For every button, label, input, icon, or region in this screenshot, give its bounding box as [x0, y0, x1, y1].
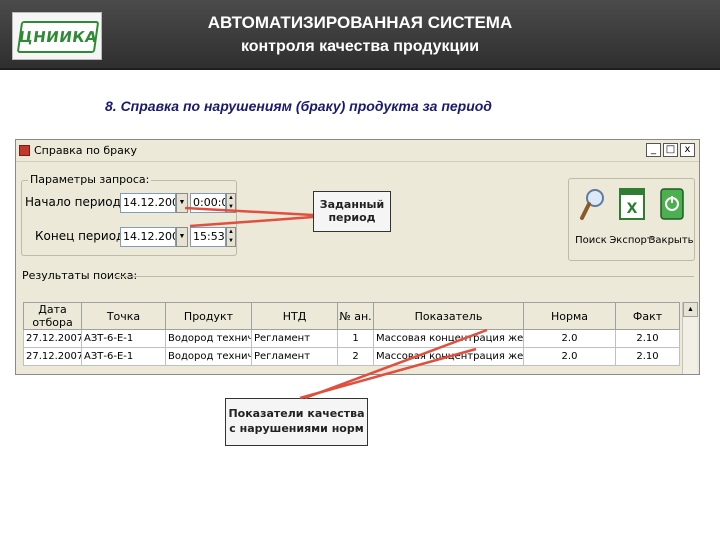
start-time-spinner[interactable]: ▲ ▼: [226, 193, 236, 213]
column-header[interactable]: Дата отбора: [23, 302, 82, 330]
table-cell: АЗТ-6-Е-1: [81, 347, 166, 366]
export-button[interactable]: X Экспорт: [609, 187, 653, 255]
table-cell: Массовая концентрация железа (Fe2+), не …: [373, 329, 524, 348]
close-button[interactable]: Закрыть: [649, 187, 694, 255]
table-row[interactable]: 27.12.2007 15:00 АЗТ-6-Е-1 Водород техни…: [23, 347, 680, 366]
scroll-up-arrow-icon[interactable]: ▲: [683, 302, 698, 317]
window-title: Справка по браку: [34, 144, 138, 157]
violations-callout: Показатели качества с нарушениями норм: [225, 398, 368, 446]
app-icon: [19, 145, 30, 156]
table-cell: 1: [337, 329, 374, 348]
start-date-dropdown[interactable]: ▼: [176, 193, 188, 213]
logo: ЦНИИКА: [12, 12, 102, 60]
system-subtitle: контроля качества продукции: [240, 38, 480, 55]
results-divider: [114, 276, 694, 277]
violations-callout-text: Показатели качества с нарушениями норм: [228, 407, 365, 435]
start-date-field[interactable]: 14.12.2007: [120, 193, 176, 213]
end-time-field[interactable]: 15:53:34: [190, 227, 226, 247]
report-window: Справка по браку _ □ x Параметры запроса…: [15, 139, 700, 375]
start-period-label: Начало периода:: [25, 195, 133, 209]
query-params-label: Параметры запроса:: [28, 173, 152, 186]
table-cell: 2.0: [523, 329, 616, 348]
system-title: АВТОМАТИЗИРОВАННАЯ СИСТЕМА: [207, 13, 513, 32]
column-header[interactable]: Продукт: [165, 302, 252, 330]
magnifier-icon: [580, 189, 604, 220]
query-params-group: Параметры запроса: Начало периода: 14.12…: [21, 173, 237, 256]
maximize-button[interactable]: □: [663, 143, 678, 157]
table-cell: 2.0: [523, 347, 616, 366]
end-date-field[interactable]: 14.12.2008: [120, 227, 176, 247]
logo-emblem: ЦНИИКА: [16, 21, 100, 53]
search-button[interactable]: Поиск: [573, 187, 609, 255]
start-time-field[interactable]: 0:00:00: [190, 193, 226, 213]
column-header[interactable]: Норма: [523, 302, 616, 330]
end-time-spinner[interactable]: ▲ ▼: [226, 227, 236, 247]
period-callout: Заданный период: [313, 191, 391, 232]
exit-icon: [660, 188, 684, 220]
window-titlebar[interactable]: Справка по браку _ □ x: [16, 140, 699, 162]
period-callout-text: Заданный период: [319, 198, 385, 224]
table-cell: Водород технический: [165, 347, 252, 366]
header-banner: ЦНИИКА АВТОМАТИЗИРОВАННАЯ СИСТЕМА контро…: [0, 0, 720, 70]
table-cell: АЗТ-6-Е-1: [81, 329, 166, 348]
table-cell: 2: [337, 347, 374, 366]
svg-text:X: X: [627, 201, 638, 217]
table-cell: Массовая концентрация железа (Fe2+), не …: [373, 347, 524, 366]
search-button-label: Поиск: [575, 235, 607, 246]
slide-subtitle: 8. Справка по нарушениям (браку) продукт…: [105, 98, 492, 114]
column-header[interactable]: № ан.: [337, 302, 374, 330]
excel-icon: X: [619, 188, 645, 220]
minimize-button[interactable]: _: [646, 143, 661, 157]
end-date-dropdown[interactable]: ▼: [176, 227, 188, 247]
logo-text: ЦНИИКА: [17, 28, 99, 46]
table-cell: Регламент: [251, 347, 338, 366]
close-window-button[interactable]: x: [680, 143, 695, 157]
table-cell: 27.12.2007 15:00: [23, 329, 82, 348]
export-button-label: Экспорт: [609, 235, 653, 246]
table-scrollbar[interactable]: ▲: [682, 302, 698, 374]
table-cell: 2.10: [615, 347, 680, 366]
table-cell: 2.10: [615, 329, 680, 348]
close-button-label: Закрыть: [649, 235, 694, 246]
table-row[interactable]: 27.12.2007 15:00 АЗТ-6-Е-1 Водород техни…: [23, 329, 680, 348]
column-header[interactable]: Показатель: [373, 302, 524, 330]
column-header[interactable]: Точка: [81, 302, 166, 330]
action-toolbar: Поиск X Экспорт Закрыть: [568, 178, 695, 261]
table-header-row: Дата отбора Точка Продукт НТД № ан. Пока…: [23, 302, 680, 330]
table-cell: Водород технический: [165, 329, 252, 348]
table-cell: 27.12.2007 15:00: [23, 347, 82, 366]
column-header[interactable]: Факт: [615, 302, 680, 330]
column-header[interactable]: НТД: [251, 302, 338, 330]
table-cell: Регламент: [251, 329, 338, 348]
results-table: Дата отбора Точка Продукт НТД № ан. Пока…: [23, 302, 680, 366]
